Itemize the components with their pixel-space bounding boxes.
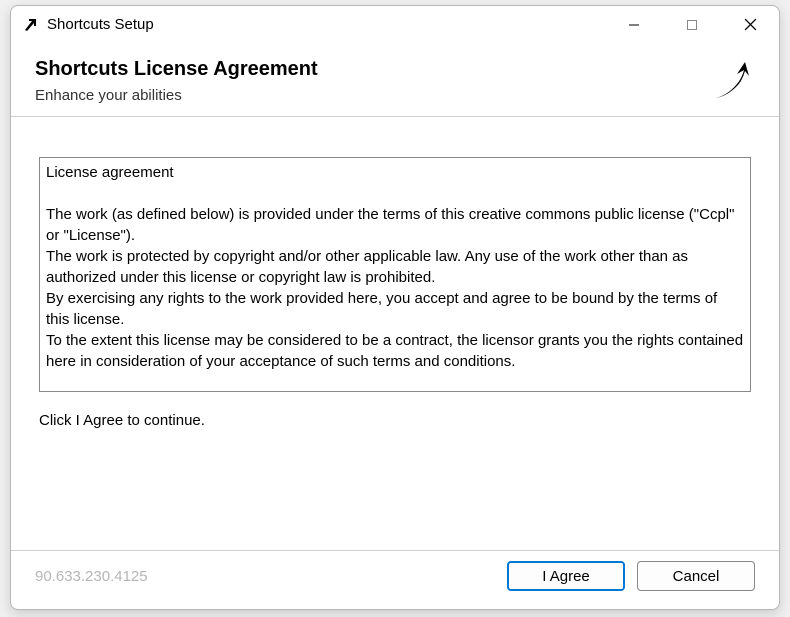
- header-arrow-icon: [707, 58, 755, 106]
- license-paragraph: The work is protected by copyright and/o…: [46, 246, 744, 288]
- content-area: License agreement The work (as defined b…: [11, 117, 779, 550]
- license-title: License agreement: [46, 162, 744, 183]
- license-paragraph: By exercising any rights to the work pro…: [46, 288, 744, 330]
- minimize-button[interactable]: [605, 6, 663, 43]
- footer: 90.633.230.4125 I Agree Cancel: [11, 550, 779, 609]
- close-button[interactable]: [721, 6, 779, 43]
- license-paragraph: To the extent this license may be consid…: [46, 330, 744, 372]
- page-title: Shortcuts License Agreement: [35, 58, 318, 81]
- button-group: I Agree Cancel: [507, 561, 755, 591]
- page-header: Shortcuts License Agreement Enhance your…: [11, 44, 779, 117]
- cancel-button[interactable]: Cancel: [637, 561, 755, 591]
- version-label: 90.633.230.4125: [35, 568, 148, 585]
- instruction-text: Click I Agree to continue.: [39, 412, 751, 429]
- titlebar[interactable]: Shortcuts Setup: [11, 6, 779, 44]
- window-title: Shortcuts Setup: [47, 16, 605, 33]
- window-controls: [605, 6, 779, 43]
- installer-window: Shortcuts Setup Shortcuts License Agreem…: [10, 5, 780, 610]
- maximize-button[interactable]: [663, 6, 721, 43]
- header-text: Shortcuts License Agreement Enhance your…: [35, 58, 318, 104]
- app-arrow-icon: [21, 16, 39, 34]
- page-subtitle: Enhance your abilities: [35, 87, 318, 104]
- agree-button[interactable]: I Agree: [507, 561, 625, 591]
- license-textarea[interactable]: License agreement The work (as defined b…: [39, 157, 751, 392]
- license-paragraph: The work (as defined below) is provided …: [46, 204, 744, 246]
